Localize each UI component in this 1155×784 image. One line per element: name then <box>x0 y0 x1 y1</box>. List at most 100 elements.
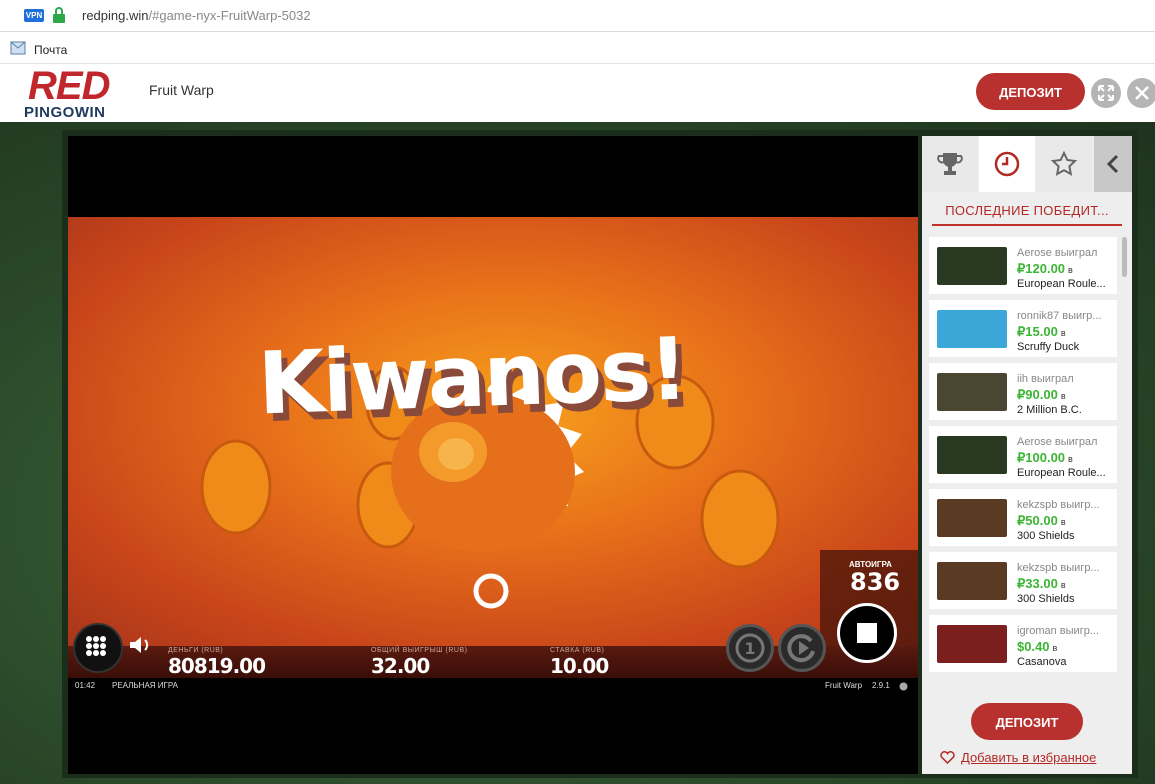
money-label: ДЕНЬГИ (RUB) <box>168 647 224 654</box>
add-to-favorites-link[interactable]: Добавить в избранное <box>940 750 1096 765</box>
list-item[interactable]: kekzspb выигр... ₽50.00 в 300 Shields <box>929 489 1117 546</box>
in-word: в <box>1060 517 1066 527</box>
section-title: ПОСЛЕДНИЕ ПОБЕДИТ... <box>932 203 1122 226</box>
deposit-button[interactable]: ДЕПОЗИТ <box>976 73 1085 110</box>
game-thumbnail[interactable] <box>937 562 1007 600</box>
one-icon: 1 <box>735 633 765 663</box>
clock-icon <box>994 151 1020 177</box>
game-version: 2.9.1 <box>872 681 890 690</box>
game-thumbnail[interactable] <box>937 310 1007 348</box>
site-logo[interactable]: RED PINGOWIN <box>24 64 124 121</box>
close-button[interactable] <box>1127 78 1155 108</box>
game-thumbnail[interactable] <box>937 373 1007 411</box>
game-menu-button[interactable] <box>73 623 123 673</box>
in-word: в <box>1060 580 1066 590</box>
game-thumbnail[interactable] <box>937 247 1007 285</box>
total-win-stat: ОБЩИЙ ВЫИГРЫШ (RUB) 32.00 <box>371 647 467 678</box>
list-item[interactable]: Aerose выиграл ₽120.00 в European Roule... <box>929 237 1117 294</box>
win-amount: $0.40 в <box>1017 639 1057 654</box>
total-win-label: ОБЩИЙ ВЫИГРЫШ (RUB) <box>371 647 468 654</box>
win-amount: ₽120.00 в <box>1017 261 1073 277</box>
winner-game[interactable]: 300 Shields <box>1017 530 1075 542</box>
winner-game[interactable]: Scruffy Duck <box>1017 341 1079 353</box>
bookmarks-bar <box>0 32 1155 64</box>
in-word: в <box>1060 328 1066 338</box>
collapse-sidebar-button[interactable] <box>1094 136 1132 192</box>
game-mode: РЕАЛЬНАЯ ИГРА <box>112 681 179 690</box>
logo-pingwin: PINGOWIN <box>24 104 106 121</box>
grid-icon <box>86 636 106 656</box>
win-headline: Kiwanos! <box>256 319 688 435</box>
in-word: в <box>1060 391 1066 401</box>
money-value: 80819.00 <box>168 654 266 678</box>
heart-icon <box>940 751 955 765</box>
vpn-badge[interactable]: VPN <box>24 9 44 22</box>
tab-trophy[interactable] <box>922 136 978 192</box>
win-amount: ₽33.00 в <box>1017 576 1066 592</box>
win-amount: ₽15.00 в <box>1017 324 1066 340</box>
fullscreen-button[interactable] <box>1091 78 1121 108</box>
expand-icon <box>1098 85 1114 101</box>
winner-name: Aerose выиграл <box>1017 247 1098 259</box>
list-scrollbar[interactable] <box>1122 237 1127 277</box>
stop-button[interactable] <box>837 603 897 663</box>
bet-stat: СТАВКА (RUB) 10.00 <box>550 647 609 678</box>
win-amount-value: ₽120.00 <box>1017 261 1066 276</box>
replay-icon <box>787 634 815 663</box>
game-thumbnail[interactable] <box>937 625 1007 663</box>
list-item[interactable]: ronnik87 выигр... ₽15.00 в Scruffy Duck <box>929 300 1117 357</box>
page-title: Fruit Warp <box>149 82 214 98</box>
fruit-illustration <box>200 365 780 609</box>
logo-red: RED <box>28 64 110 108</box>
winners-list: Aerose выиграл ₽120.00 в European Roule... r… <box>929 237 1117 691</box>
winner-name: Aerose выиграл <box>1017 436 1098 448</box>
url-path: /#game-nyx-FruitWarp-5032 <box>148 8 311 23</box>
win-amount-value: ₽90.00 <box>1017 387 1058 402</box>
stop-icon <box>857 623 877 643</box>
list-item[interactable]: iih выиграл ₽90.00 в 2 Million B.C. <box>929 363 1117 420</box>
game-thumbnail[interactable] <box>937 436 1007 474</box>
game-clock: 01:42 <box>75 681 96 690</box>
win-amount-value: ₽15.00 <box>1017 324 1058 339</box>
in-word: в <box>1068 265 1073 275</box>
list-item[interactable]: kekzspb выигр... ₽33.00 в 300 Shields <box>929 552 1117 609</box>
win-amount-value: ₽50.00 <box>1017 513 1058 528</box>
sidebar-deposit-button[interactable]: ДЕПОЗИТ <box>971 703 1083 740</box>
svg-text:1: 1 <box>744 639 755 658</box>
win-amount: ₽90.00 в <box>1017 387 1066 403</box>
star-icon <box>1050 150 1078 176</box>
github-icon <box>899 682 908 691</box>
winner-game[interactable]: European Roule... <box>1017 467 1106 479</box>
list-item[interactable]: igroman выигр... $0.40 в Casanova <box>929 615 1117 672</box>
money-stat: ДЕНЬГИ (RUB) 80819.00 <box>168 647 266 678</box>
winner-game[interactable]: 300 Shields <box>1017 593 1075 605</box>
sound-icon[interactable] <box>127 634 153 656</box>
lock-icon <box>53 7 65 23</box>
winner-name: ronnik87 выигр... <box>1017 310 1102 322</box>
winner-game[interactable]: European Roule... <box>1017 278 1106 290</box>
trophy-icon <box>937 153 963 175</box>
list-item[interactable]: Aerose выиграл ₽100.00 в European Roule... <box>929 426 1117 483</box>
game-thumbnail[interactable] <box>937 499 1007 537</box>
winner-game[interactable]: 2 Million B.C. <box>1017 404 1082 416</box>
winner-name: kekzspb выигр... <box>1017 562 1100 574</box>
mail-icon[interactable] <box>10 41 26 55</box>
winner-name: iih выиграл <box>1017 373 1074 385</box>
in-word: в <box>1068 454 1073 464</box>
quick-spin-button[interactable]: 1 <box>726 624 774 672</box>
game-canvas[interactable]: Kiwanos! АВТОИГРА 836 ДЕНЬГИ (RUB) 80819… <box>68 136 918 774</box>
tab-favorites[interactable] <box>1036 136 1092 192</box>
win-amount-value: ₽33.00 <box>1017 576 1058 591</box>
winner-game[interactable]: Casanova <box>1017 656 1067 668</box>
chevron-left-icon <box>1106 154 1119 174</box>
favorite-label: Добавить в избранное <box>961 750 1097 765</box>
win-amount: ₽50.00 в <box>1017 513 1066 529</box>
tab-recent[interactable] <box>979 136 1035 192</box>
win-amount-value: ₽100.00 <box>1017 450 1066 465</box>
in-word: в <box>1052 643 1058 653</box>
address-bar[interactable]: VPN redping.win/#game-nyx-FruitWarp-5032 <box>0 0 1155 32</box>
close-icon <box>1135 86 1149 100</box>
autoplay-button[interactable] <box>778 624 826 672</box>
bookmark-mail[interactable]: Почта <box>34 43 67 57</box>
url-text[interactable]: redping.win/#game-nyx-FruitWarp-5032 <box>82 8 311 23</box>
